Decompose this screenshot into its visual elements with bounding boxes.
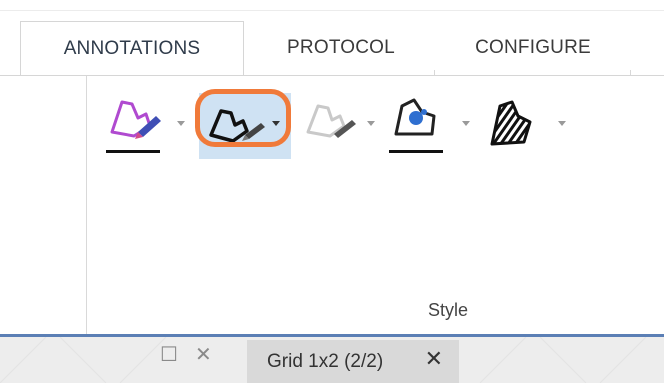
tab-configure[interactable]: CONFIGURE <box>445 21 621 75</box>
close-window-icon[interactable]: ✕ <box>195 345 212 365</box>
chevron-down-icon[interactable] <box>558 121 566 126</box>
group-label-style: Style <box>427 300 469 320</box>
tab-protocol[interactable]: PROTOCOL <box>255 21 427 75</box>
line-color-tool[interactable] <box>104 92 164 158</box>
line-color-swatch <box>106 150 160 153</box>
chevron-down-icon[interactable] <box>177 121 185 126</box>
ribbon-tab-strip: ANNOTATIONS PROTOCOL CONFIGURE <box>0 0 664 78</box>
chevron-down-icon[interactable] <box>367 121 375 126</box>
chevron-down-icon[interactable] <box>462 121 470 126</box>
panel-divider <box>86 76 87 334</box>
pen-shape-icon <box>209 109 265 143</box>
line-thickness-tool[interactable] <box>302 92 360 158</box>
strip-top-line <box>0 10 664 11</box>
pen-faded-icon <box>306 104 356 138</box>
paint-bucket-icon <box>394 98 436 136</box>
fill-pattern-tool[interactable] <box>484 92 544 158</box>
chevron-down-icon <box>272 121 280 126</box>
pattern-shape-icon <box>490 100 532 146</box>
tab-annotations[interactable]: ANNOTATIONS <box>20 21 244 76</box>
document-tab-label: Grid 1x2 (2/2) <box>267 350 384 372</box>
fill-color-swatch <box>389 150 443 153</box>
line-style-tool[interactable] <box>199 93 291 159</box>
fill-color-tool[interactable] <box>386 92 446 158</box>
pen-color-icon <box>110 100 161 139</box>
restore-window-icon[interactable]: ☐ <box>160 345 178 365</box>
document-tab[interactable]: Grid 1x2 (2/2) ✕ <box>247 340 459 383</box>
close-icon[interactable]: ✕ <box>425 348 443 370</box>
